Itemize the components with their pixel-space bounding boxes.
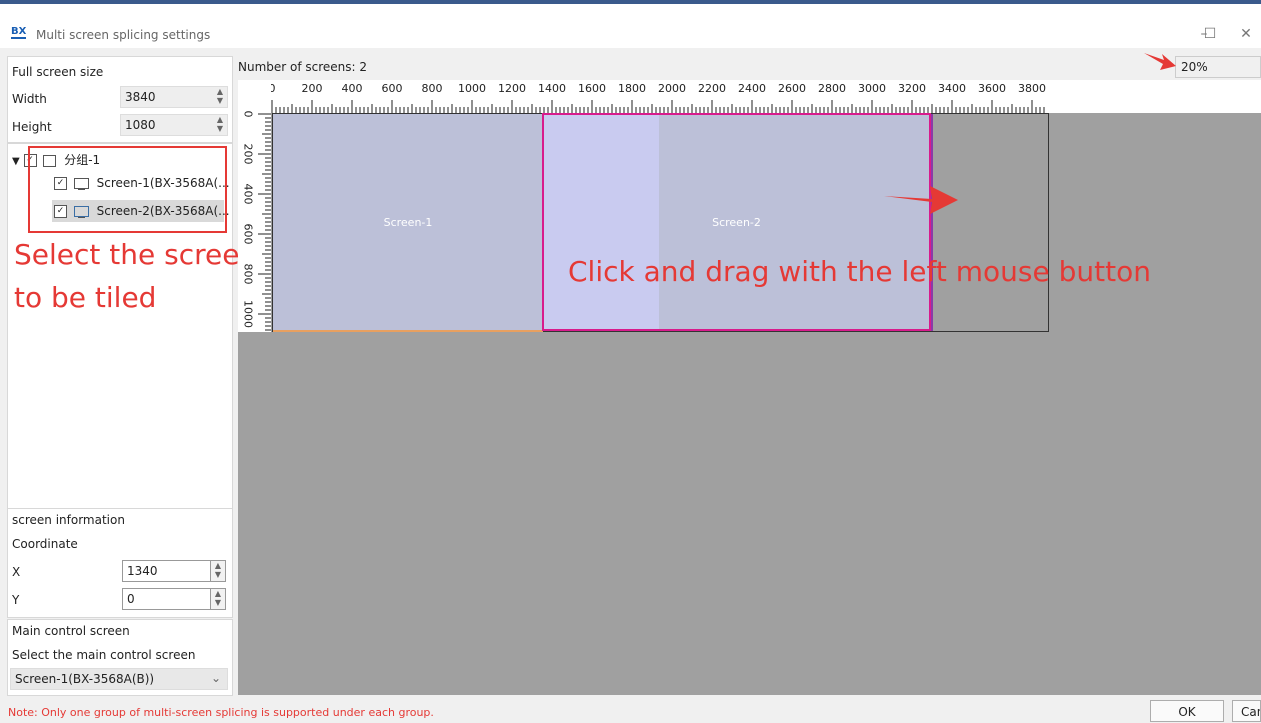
- main-screen-select-value: Screen-1(BX-3568A(B)): [15, 672, 155, 686]
- cancel-button[interactable]: Cancel: [1232, 700, 1261, 722]
- ruler-top: 0 200 400 600 800 1000 1200 1400 1600 1800 2000 220…: [238, 80, 1261, 113]
- ruler-left-label: 800: [241, 263, 255, 285]
- ok-button[interactable]: OK: [1150, 700, 1224, 722]
- chevron-down-icon: ⌄: [210, 671, 221, 685]
- width-value: 3840: [125, 90, 156, 104]
- spinner-arrows-icon[interactable]: ▲ ▼: [210, 561, 225, 581]
- screen-info-panel: screen information Coordinate X 1340 ▲ ▼ …: [7, 508, 233, 618]
- x-value: 1340: [127, 564, 158, 578]
- annotation-highlight-box: [28, 146, 227, 233]
- ruler-left-label: 600: [241, 223, 255, 245]
- screen-info-label: screen information: [12, 513, 125, 527]
- expand-triangle-icon[interactable]: ▼: [12, 156, 20, 167]
- spinner-arrows-icon[interactable]: ▲ ▼: [213, 115, 227, 135]
- empty-region: [933, 114, 1048, 331]
- full-size-label: Full screen size: [12, 65, 104, 79]
- coordinate-label: Coordinate: [12, 537, 78, 551]
- screen-2-block-label: Screen-2: [712, 215, 761, 229]
- annotation-select-line-1: Select the screens: [14, 238, 272, 271]
- annotation-drag-text: Click and drag with the left mouse butto…: [568, 255, 1151, 288]
- app-logo-icon: BX: [11, 26, 27, 39]
- width-label: Width: [12, 92, 47, 106]
- height-label: Height: [12, 120, 52, 134]
- screen-2-block[interactable]: Screen-2: [542, 113, 931, 331]
- window-title: Multi screen splicing settings: [36, 28, 211, 42]
- screen-1-block-label: Screen-1: [383, 215, 433, 229]
- ruler-left-label: 0: [241, 110, 255, 118]
- y-value: 0: [127, 592, 135, 606]
- select-main-label: Select the main control screen: [12, 648, 196, 662]
- y-label: Y: [12, 593, 20, 607]
- ruler-left-label: 400: [241, 183, 255, 205]
- ruler-left-label: 1000: [241, 300, 255, 328]
- spinner-arrows-icon[interactable]: ▲ ▼: [213, 87, 227, 107]
- x-coordinate-input[interactable]: 1340 ▲ ▼: [122, 560, 226, 582]
- annotation-arrow-right-icon: [884, 186, 958, 214]
- main-screen-select[interactable]: Screen-1(BX-3568A(B)) ⌄: [10, 668, 228, 690]
- annotation-select-line-2: to be tiled: [14, 281, 157, 314]
- screen-count-label: Number of screens: 2: [238, 60, 368, 74]
- main-control-panel: Main control screen Select the main cont…: [7, 619, 233, 696]
- x-label: X: [12, 565, 21, 579]
- close-button[interactable]: ✕: [1236, 24, 1256, 44]
- width-input[interactable]: 3840 ▲ ▼: [120, 86, 228, 108]
- annotation-arrow-zoom-icon: [1144, 53, 1176, 70]
- y-coordinate-input[interactable]: 0 ▲ ▼: [122, 588, 226, 610]
- ruler-left-label: 200: [241, 143, 255, 165]
- main-control-label: Main control screen: [12, 624, 130, 638]
- screen-1-block[interactable]: Screen-1: [273, 114, 543, 332]
- full-size-panel: Full screen size Width 3840 ▲ ▼ Height 10…: [7, 56, 233, 143]
- zoom-value: 20%: [1181, 60, 1208, 74]
- height-value: 1080: [125, 118, 156, 132]
- ruler-left: 0 200 400 600 800 1000: [238, 80, 271, 332]
- zoom-select[interactable]: 20%: [1175, 56, 1261, 78]
- spinner-arrows-icon[interactable]: ▲ ▼: [210, 589, 225, 609]
- height-input[interactable]: 1080 ▲ ▼: [120, 114, 228, 136]
- title-bar: BX Multi screen splicing settings – ☐ ✕: [0, 4, 1261, 48]
- maximize-button[interactable]: ☐: [1200, 24, 1220, 44]
- footer-note: Note: Only one group of multi-screen spl…: [8, 706, 434, 719]
